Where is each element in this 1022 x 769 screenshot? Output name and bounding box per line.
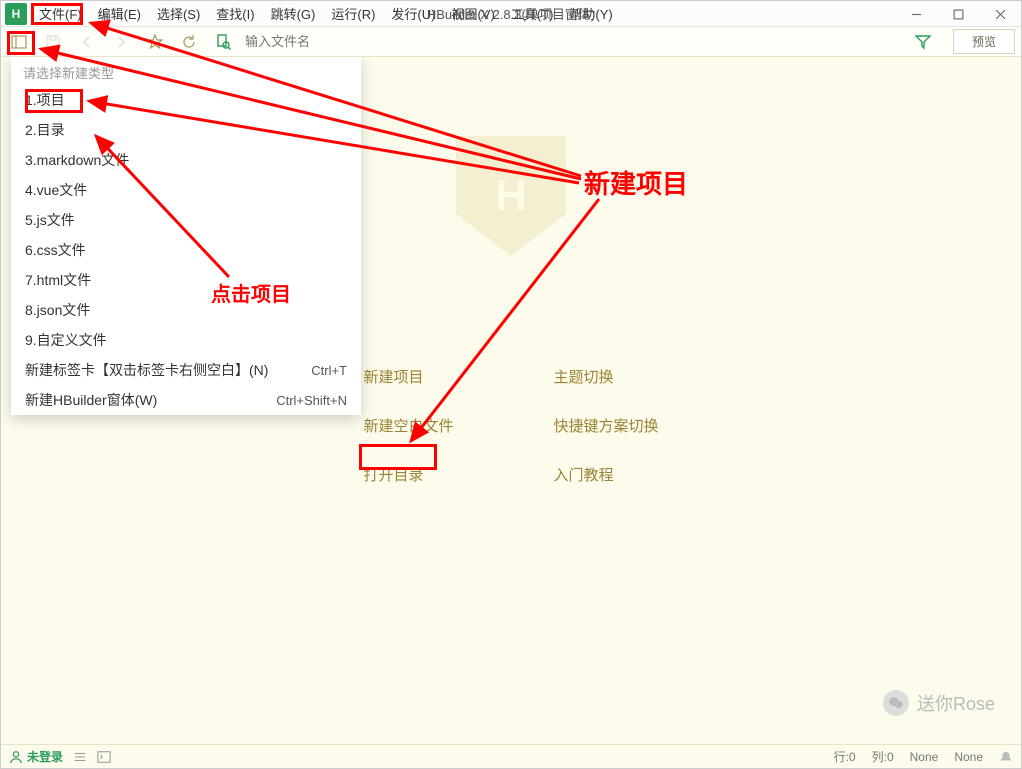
status-encoding[interactable]: None	[954, 750, 983, 764]
popup-item-label: 7.html文件	[25, 270, 91, 290]
menu-select[interactable]: 选择(S)	[149, 1, 208, 26]
popup-item-project[interactable]: 1.项目	[11, 85, 361, 115]
filter-icon[interactable]	[911, 30, 935, 54]
menu-file[interactable]: 文件(F)	[31, 1, 90, 26]
wechat-icon	[883, 690, 909, 716]
bell-icon[interactable]	[999, 750, 1013, 764]
popup-item-label: 新建标签卡【双击标签卡右侧空白】(N)	[25, 360, 268, 380]
link-new-blank-file[interactable]: 新建空白文件	[363, 415, 453, 436]
menu-find[interactable]: 查找(I)	[208, 1, 262, 26]
link-open-dir[interactable]: 打开目录	[363, 464, 453, 485]
toolbar: 预览	[1, 27, 1021, 57]
status-login[interactable]: 未登录	[9, 748, 63, 765]
status-col: 列:0	[872, 748, 894, 765]
popup-item-label: 5.js文件	[25, 210, 75, 230]
system-buttons	[895, 1, 1021, 27]
popup-item-new-window[interactable]: 新建HBuilder窗体(W) Ctrl+Shift+N	[11, 385, 361, 415]
menu-label: 文件(F)	[39, 4, 82, 23]
filename-search-input[interactable]	[245, 34, 901, 49]
menu-edit[interactable]: 编辑(E)	[90, 1, 149, 26]
forward-icon[interactable]	[109, 30, 133, 54]
menu-label: 查找(I)	[216, 4, 254, 23]
menu-goto[interactable]: 跳转(G)	[263, 1, 324, 26]
main-area: H 新建项目 主题切换 新建空白文件 快捷键方案切换 打开目录 入门教程 请选择…	[1, 57, 1021, 744]
popup-item-label: 6.css文件	[25, 240, 86, 260]
titlebar: H 文件(F) 编辑(E) 选择(S) 查找(I) 跳转(G) 运行(R) 发行…	[1, 1, 1021, 27]
user-icon	[9, 750, 23, 764]
menu-run[interactable]: 运行(R)	[323, 1, 383, 26]
close-button[interactable]	[979, 1, 1021, 27]
status-login-text: 未登录	[27, 748, 63, 765]
menu-label: 运行(R)	[331, 4, 375, 23]
popup-shortcut: Ctrl+T	[311, 363, 347, 378]
save-icon[interactable]	[41, 30, 65, 54]
popup-item-css[interactable]: 6.css文件	[11, 235, 361, 265]
popup-item-js[interactable]: 5.js文件	[11, 205, 361, 235]
menu-label: 跳转(G)	[271, 4, 316, 23]
list-icon[interactable]	[73, 750, 87, 764]
popup-item-vue[interactable]: 4.vue文件	[11, 175, 361, 205]
link-theme-switch[interactable]: 主题切换	[554, 366, 659, 387]
status-syntax[interactable]: None	[910, 750, 939, 764]
star-icon[interactable]	[143, 30, 167, 54]
panel-toggle-icon[interactable]	[7, 30, 31, 54]
watermark: 送你Rose	[883, 690, 995, 716]
popup-item-label: 8.json文件	[25, 300, 90, 320]
popup-item-label: 1.项目	[25, 90, 65, 110]
filename-search[interactable]	[245, 34, 901, 49]
menu-label: 选择(S)	[157, 4, 200, 23]
popup-item-markdown[interactable]: 3.markdown文件	[11, 145, 361, 175]
terminal-icon[interactable]	[97, 750, 111, 764]
popup-shortcut: Ctrl+Shift+N	[276, 393, 347, 408]
maximize-button[interactable]	[937, 1, 979, 27]
app-logo-icon: H	[5, 3, 27, 25]
logo-letter: H	[495, 171, 527, 221]
link-tutorial[interactable]: 入门教程	[554, 464, 659, 485]
menu-label: 编辑(E)	[98, 4, 141, 23]
popup-item-html[interactable]: 7.html文件	[11, 265, 361, 295]
back-icon[interactable]	[75, 30, 99, 54]
search-file-icon[interactable]	[211, 30, 235, 54]
popup-item-label: 新建HBuilder窗体(W)	[25, 390, 157, 410]
popup-item-label: 2.目录	[25, 120, 65, 140]
popup-header: 请选择新建类型	[11, 57, 361, 85]
link-shortcut-scheme[interactable]: 快捷键方案切换	[554, 415, 659, 436]
hbuilder-logo-icon: H	[456, 136, 566, 256]
app-window: H 文件(F) 编辑(E) 选择(S) 查找(I) 跳转(G) 运行(R) 发行…	[0, 0, 1022, 769]
minimize-button[interactable]	[895, 1, 937, 27]
quick-links: 新建项目 主题切换 新建空白文件 快捷键方案切换 打开目录 入门教程	[363, 366, 658, 485]
popup-item-custom[interactable]: 9.自定义文件	[11, 325, 361, 355]
watermark-text: 送你Rose	[917, 690, 995, 716]
status-row: 行:0	[834, 748, 856, 765]
preview-button[interactable]: 预览	[953, 29, 1015, 54]
window-title: HBuilder X 2.8.3(单项目窗体)	[427, 4, 595, 23]
popup-item-dir[interactable]: 2.目录	[11, 115, 361, 145]
popup-item-json[interactable]: 8.json文件	[11, 295, 361, 325]
statusbar: 未登录 行:0 列:0 None None	[1, 744, 1021, 768]
new-item-popup: 请选择新建类型 1.项目 2.目录 3.markdown文件 4.vue文件 5…	[11, 57, 361, 415]
popup-item-label: 3.markdown文件	[25, 150, 129, 170]
link-new-project[interactable]: 新建项目	[363, 366, 453, 387]
refresh-icon[interactable]	[177, 30, 201, 54]
popup-item-label: 4.vue文件	[25, 180, 87, 200]
popup-item-label: 9.自定义文件	[25, 330, 107, 350]
popup-item-new-tab[interactable]: 新建标签卡【双击标签卡右侧空白】(N) Ctrl+T	[11, 355, 361, 385]
